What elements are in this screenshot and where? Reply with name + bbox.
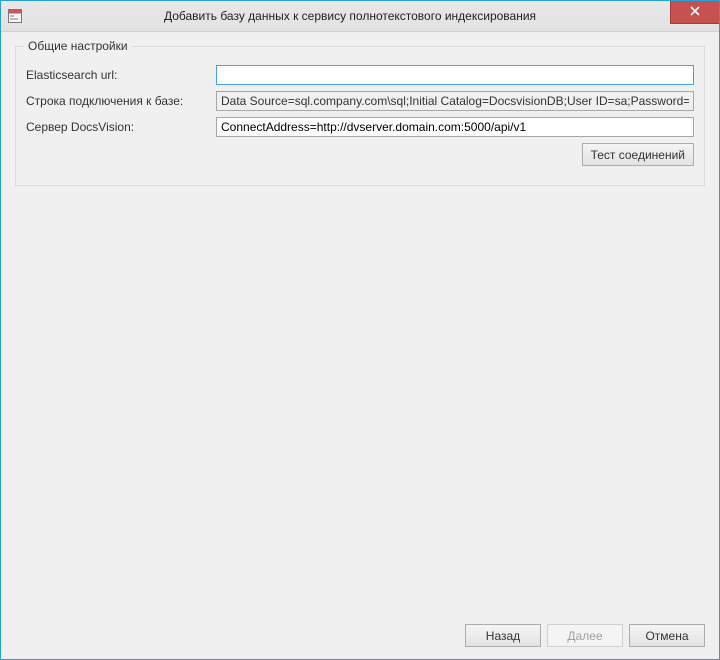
label-elasticsearch: Elasticsearch url: — [26, 68, 216, 82]
general-settings-group: Общие настройки Elasticsearch url: Строк… — [15, 46, 705, 186]
test-row: Тест соединений — [26, 143, 694, 166]
next-button[interactable]: Далее — [547, 624, 623, 647]
general-settings-title: Общие настройки — [24, 39, 132, 53]
row-docsvision-server: Сервер DocsVision: — [26, 117, 694, 137]
wizard-footer: Назад Далее Отмена — [1, 616, 719, 659]
label-docsvision-server: Сервер DocsVision: — [26, 120, 216, 134]
close-button[interactable] — [670, 1, 719, 24]
wizard-window: Добавить базу данных к сервису полнотекс… — [0, 0, 720, 660]
spacer — [15, 186, 705, 606]
window-title: Добавить базу данных к сервису полнотекс… — [29, 9, 719, 23]
titlebar: Добавить базу данных к сервису полнотекс… — [1, 1, 719, 32]
app-icon — [7, 8, 23, 24]
back-button[interactable]: Назад — [465, 624, 541, 647]
cancel-button[interactable]: Отмена — [629, 624, 705, 647]
client-area: Общие настройки Elasticsearch url: Строк… — [1, 32, 719, 616]
test-connections-button[interactable]: Тест соединений — [582, 143, 694, 166]
input-elasticsearch-url[interactable] — [216, 65, 694, 85]
row-elasticsearch: Elasticsearch url: — [26, 65, 694, 85]
input-connection-string[interactable] — [216, 91, 694, 111]
close-icon — [690, 6, 700, 19]
input-docsvision-server[interactable] — [216, 117, 694, 137]
label-connection-string: Строка подключения к базе: — [26, 94, 216, 108]
row-connection-string: Строка подключения к базе: — [26, 91, 694, 111]
